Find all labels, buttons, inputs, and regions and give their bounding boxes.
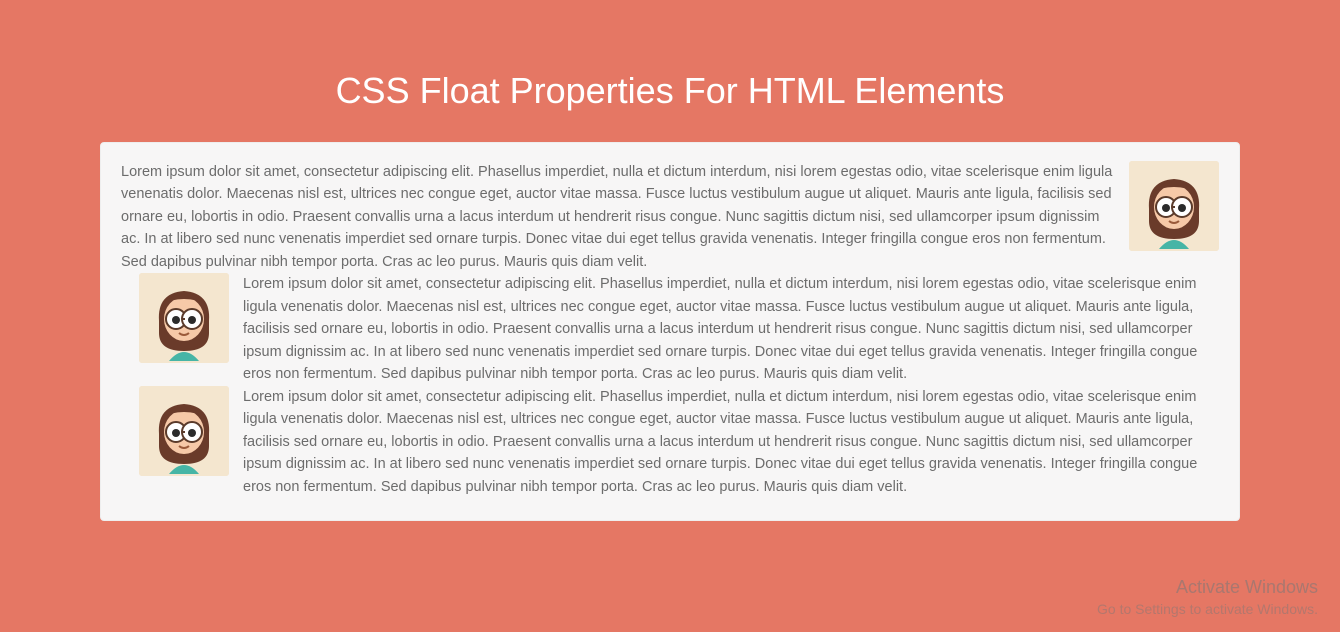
example-float-none: Lorem ipsum dolor sit amet, consectetur … [121, 386, 1219, 498]
paragraph-text: Lorem ipsum dolor sit amet, consectetur … [243, 389, 1197, 495]
paragraph-text: Lorem ipsum dolor sit amet, consectetur … [243, 276, 1197, 382]
watermark-subtitle: Go to Settings to activate Windows. [1097, 600, 1318, 618]
content-panel: Lorem ipsum dolor sit amet, consectetur … [100, 142, 1240, 521]
watermark-title: Activate Windows [1097, 576, 1318, 599]
paragraph-text: Lorem ipsum dolor sit amet, consectetur … [121, 164, 1112, 270]
girl-glasses-avatar-icon [139, 386, 229, 476]
example-float-right: Lorem ipsum dolor sit amet, consectetur … [121, 161, 1219, 273]
windows-activation-watermark: Activate Windows Go to Settings to activ… [1097, 576, 1318, 618]
girl-glasses-avatar-icon [139, 273, 229, 363]
girl-glasses-avatar-icon [1129, 161, 1219, 251]
example-float-left: Lorem ipsum dolor sit amet, consectetur … [121, 273, 1219, 385]
page-title: CSS Float Properties For HTML Elements [0, 0, 1340, 142]
